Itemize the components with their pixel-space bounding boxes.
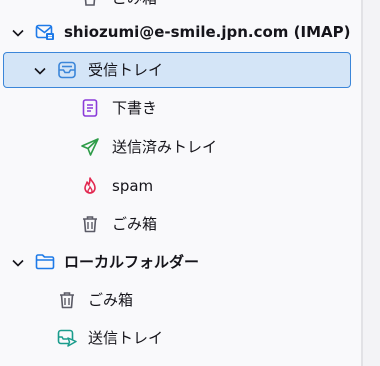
- chevron-down-icon[interactable]: [11, 255, 25, 269]
- folder-row-trash[interactable]: ごみ箱: [0, 205, 361, 243]
- folder-label-spam: spam: [112, 177, 154, 195]
- local-folder-label-trash: ごみ箱: [88, 291, 134, 309]
- fire-icon: [80, 176, 100, 196]
- folder-row-inbox[interactable]: 受信トレイ: [0, 51, 361, 89]
- folder-label-drafts: 下書き: [112, 99, 158, 117]
- chevron-down-icon[interactable]: [11, 25, 25, 39]
- selection-highlight: [3, 52, 351, 88]
- partial-folder-row[interactable]: ごみ箱: [0, 0, 361, 12]
- folder-pane: ごみ箱 shiozumi@e-smile.jpn.com (IMAP): [0, 0, 361, 366]
- folder-row-drafts[interactable]: 下書き: [0, 89, 361, 127]
- folder-row-sent[interactable]: 送信済みトレイ: [0, 128, 361, 166]
- trash-icon: [57, 290, 77, 310]
- mail-account-icon: [35, 22, 55, 42]
- account-label: shiozumi@e-smile.jpn.com (IMAP): [64, 23, 351, 41]
- folder-label-trash: ごみ箱: [112, 215, 158, 233]
- send-icon: [80, 137, 100, 157]
- folder-label-inbox: 受信トレイ: [88, 61, 164, 79]
- inbox-icon: [57, 60, 77, 80]
- trash-icon: [80, 214, 100, 234]
- local-folders-row[interactable]: ローカルフォルダー: [0, 243, 361, 281]
- partial-trash-icon: [80, 0, 100, 12]
- folder-row-spam[interactable]: spam: [0, 167, 361, 205]
- folder-icon: [35, 252, 55, 272]
- account-row[interactable]: shiozumi@e-smile.jpn.com (IMAP): [0, 13, 361, 51]
- message-list-pane-edge: [363, 0, 380, 366]
- chevron-down-icon[interactable]: [33, 63, 47, 77]
- local-folder-label-outbox: 送信トレイ: [88, 329, 164, 347]
- partial-folder-label: ごみ箱: [112, 0, 157, 8]
- local-folder-row-trash[interactable]: ごみ箱: [0, 281, 361, 319]
- local-folder-row-outbox[interactable]: 送信トレイ: [0, 319, 361, 357]
- local-folders-label: ローカルフォルダー: [64, 253, 200, 271]
- drafts-icon: [80, 98, 100, 118]
- folder-label-sent: 送信済みトレイ: [112, 138, 218, 156]
- outbox-icon: [57, 328, 77, 348]
